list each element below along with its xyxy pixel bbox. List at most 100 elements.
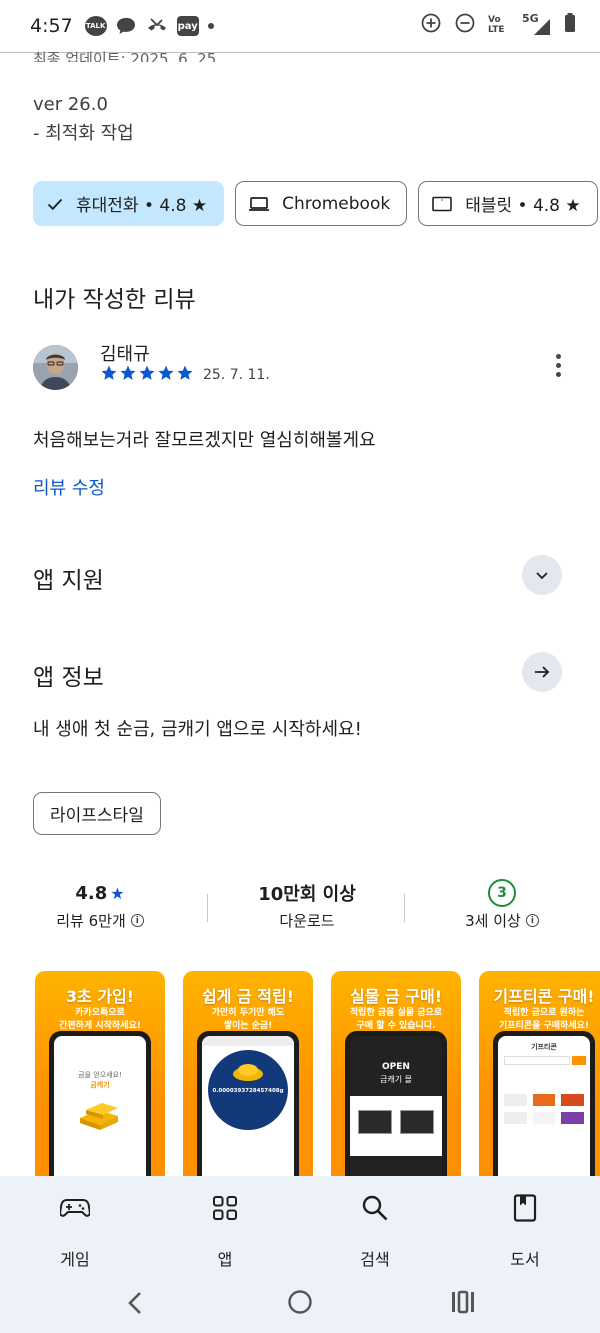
screenshot-4[interactable]: 기프티콘 구매! 적립한 금으로 원하는 기프티콘을 구매하세요! 기프티콘 (479, 971, 600, 1176)
gold-circle: 0.0000393728457408g (208, 1050, 288, 1130)
screenshot-carousel[interactable]: 3초 가입! 카카오톡으로 간편하게 시작하세요! 금을 얻으세요! 금캐기 쉽… (35, 971, 600, 1176)
last-updated-text: 최종 업데이트: 2025. 6. 25. (33, 40, 221, 62)
chat-bubble-icon (115, 16, 137, 36)
gold-amount: 0.0000393728457408g (212, 1088, 284, 1094)
screenshot-2[interactable]: 쉽게 금 적립! 가만히 두기만 해도 쌓이는 순금! 0.0000393728… (183, 971, 313, 1176)
bottom-navigation: 게임 앱 검색 도서 (0, 1176, 600, 1333)
dot-icon (207, 22, 215, 30)
search-button-mock (572, 1056, 586, 1065)
system-navigation-bar (0, 1281, 600, 1321)
edit-review-link[interactable]: 리뷰 수정 (33, 474, 105, 500)
more-options-icon[interactable] (556, 354, 561, 377)
review-date: 25. 7. 11. (203, 367, 270, 383)
rating-star-icon: ★ (110, 883, 125, 903)
brand-tile (561, 1112, 584, 1124)
chip-tablet-label: 태블릿 • 4.8 ★ (465, 196, 581, 216)
screen-text: 금을 얻으세요! (78, 1071, 122, 1079)
apps-grid-icon (213, 1196, 237, 1220)
laptop-icon (248, 195, 270, 213)
avatar (33, 345, 78, 390)
rating-value: 4.8 (75, 882, 108, 904)
reviewer-name: 김태규 (100, 344, 150, 365)
device-filter-chips: 휴대전화 • 4.8 ★ Chromebook 태블릿 • 4.8 ★ (33, 181, 598, 226)
system-status-icons: Vo LTE 5G (420, 12, 576, 38)
chip-phone[interactable]: 휴대전화 • 4.8 ★ (33, 181, 225, 226)
screenshot-title: 3초 가입! (65, 987, 135, 1006)
arrow-right-icon (535, 666, 550, 678)
app-support-title: 앱 지원 (33, 568, 104, 594)
brand-tile (532, 1094, 556, 1106)
app-description: 내 생애 첫 순금, 금캐기 앱으로 시작하세요! (33, 719, 362, 740)
phone-mockup: 금을 얻으세요! 금캐기 (49, 1031, 151, 1176)
downloads-value: 10만회 이상 (258, 884, 356, 905)
star-icon (177, 365, 193, 380)
screenshot-subtitle: 적립한 금을 실물 금으로 구매 할 수 있습니다. (331, 1007, 461, 1033)
tablet-icon (431, 195, 453, 213)
gamepad-icon (60, 1199, 90, 1217)
nav-search-label: 검색 (360, 1250, 390, 1269)
app-stats: 4.8 ★ 리뷰 6만개 i 10만회 이상 다운로드 3 3세 이상 i (0, 876, 600, 946)
nav-apps[interactable]: 앱 (165, 1192, 285, 1270)
subtitle-line: 적립한 금을 실물 금으로 (349, 1008, 443, 1018)
nav-games[interactable]: 게임 (15, 1192, 135, 1270)
subtitle-line: 카카오톡으로 (75, 1008, 125, 1018)
screenshot-1[interactable]: 3초 가입! 카카오톡으로 간편하게 시작하세요! 금을 얻으세요! 금캐기 (35, 971, 165, 1176)
screenshot-3[interactable]: 실물 금 구매! 적립한 금을 실물 금으로 구매 할 수 있습니다. OPEN… (331, 971, 461, 1176)
kakaotalk-icon: TALK (84, 16, 107, 36)
recents-icon[interactable] (450, 1289, 476, 1315)
brand-grid (504, 1094, 584, 1124)
age-rating-badge-icon: 3 (488, 879, 516, 907)
screen-text: OPEN (382, 1062, 410, 1072)
my-review-header: 김태규 25. 7. 11. (33, 340, 567, 396)
phone-mockup: OPEN 금캐기 몰 (345, 1031, 447, 1176)
chip-chromebook[interactable]: Chromebook (235, 181, 408, 226)
category-chip[interactable]: 라이프스타일 (33, 792, 161, 835)
screenshot-title: 실물 금 구매! (349, 987, 443, 1006)
brand-tile (504, 1094, 527, 1106)
star-icon (158, 365, 174, 380)
downloads-label: 다운로드 (279, 912, 335, 930)
nav-books[interactable]: 도서 (465, 1192, 585, 1270)
brand-tile (504, 1112, 527, 1124)
gold-pile-icon (233, 1064, 263, 1081)
phone-mockup: 0.0000393728457408g (197, 1031, 299, 1176)
screen-text: 금캐기 (90, 1081, 110, 1089)
search-icon (362, 1195, 388, 1221)
pay-icon: pay (176, 16, 199, 36)
screenshot-subtitle: 가만히 두기만 해도 쌓이는 순금! (183, 1007, 313, 1033)
back-icon[interactable] (125, 1289, 145, 1317)
stat-age-rating[interactable]: 3 3세 이상 i (402, 876, 600, 931)
star-icon (101, 365, 117, 380)
home-icon[interactable] (287, 1289, 313, 1315)
screenshot-subtitle: 적립한 금으로 원하는 기프티콘을 구매하세요! (479, 1007, 600, 1033)
review-stars (100, 364, 194, 382)
chip-tablet[interactable]: 태블릿 • 4.8 ★ (418, 181, 598, 226)
whats-new-notes: ver 26.0 - 최적화 작업 (33, 90, 134, 148)
nav-games-label: 게임 (60, 1250, 90, 1269)
app-info-title: 앱 정보 (33, 665, 104, 691)
info-icon: i (525, 914, 539, 927)
screenshot-title: 기프티콘 구매! (493, 987, 595, 1006)
phone-screen: 0.0000393728457408g (202, 1036, 294, 1176)
stat-downloads: 10만회 이상 다운로드 (207, 876, 407, 931)
last-updated-label: 최종 업데이트: 2025. 6. 25. (33, 50, 222, 62)
chip-chromebook-label: Chromebook (282, 193, 391, 214)
screen-header (202, 1036, 294, 1046)
signal-icon: 5G (522, 12, 552, 36)
review-count: 리뷰 6만개 (56, 912, 126, 930)
phone-screen: 기프티콘 (498, 1036, 590, 1176)
do-not-disturb-icon (454, 12, 476, 38)
search-bar-mock (504, 1056, 570, 1065)
stat-rating[interactable]: 4.8 ★ 리뷰 6만개 i (0, 876, 200, 931)
data-saver-icon (420, 12, 442, 38)
app-info-arrow-button[interactable] (522, 652, 562, 692)
app-support-expand-button[interactable] (522, 555, 562, 595)
version-number: ver 26.0 (33, 94, 108, 115)
version-change: - 최적화 작업 (33, 123, 134, 144)
my-review-title: 내가 작성한 리뷰 (33, 287, 196, 313)
phone-screen: 금을 얻으세요! 금캐기 (54, 1036, 146, 1176)
nav-search[interactable]: 검색 (315, 1192, 435, 1270)
review-text: 처음해보는거라 잘모르겠지만 열심히해볼게요 (33, 430, 376, 451)
screenshot-subtitle: 카카오톡으로 간편하게 시작하세요! (35, 1007, 165, 1033)
age-rating-label: 3세 이상 (465, 912, 521, 930)
